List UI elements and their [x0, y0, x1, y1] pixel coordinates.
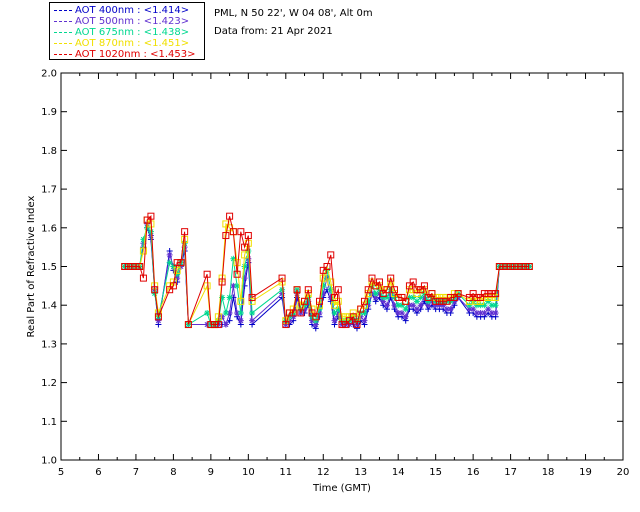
axis-ticks: 5 6 7 8 9 10 11 12 13 14 15 16 17 18 19 20 1.0 1.1 1.2 1.3 1… [41, 69, 629, 479]
data-point [249, 309, 256, 316]
x-tick-label: 20 [617, 467, 630, 478]
legend-line-icon [54, 9, 72, 11]
x-tick-label: 12 [317, 467, 330, 478]
y-tick-label: 1.2 [41, 378, 57, 389]
plot-frame [60, 72, 624, 461]
x-tick-label: 19 [579, 467, 592, 478]
legend-label: AOT 400nm : <1.414> [75, 5, 190, 16]
x-tick-label: 9 [208, 467, 214, 478]
legend-line-icon [54, 20, 72, 22]
x-axis-label: Time (GMT) [312, 483, 371, 494]
legend-label: AOT 500nm : <1.423> [75, 16, 190, 27]
y-tick-label: 1.8 [41, 146, 57, 157]
x-tick-label: 8 [170, 467, 176, 478]
data-point [492, 309, 499, 316]
x-tick-label: 14 [392, 467, 405, 478]
data-point [383, 302, 390, 309]
legend-entry: AOT 870nm : <1.451> [54, 38, 189, 49]
x-tick-label: 7 [133, 467, 139, 478]
data-point [249, 317, 256, 324]
data-point [279, 286, 286, 293]
y-tick-label: 1.9 [41, 107, 57, 118]
data-point [237, 317, 244, 324]
data-point [331, 317, 338, 324]
data-point [226, 294, 233, 301]
y-tick-label: 2.0 [41, 69, 57, 80]
x-tick-label: 16 [467, 467, 480, 478]
data-point [402, 313, 409, 320]
data-point [361, 309, 368, 316]
legend: AOT 400nm : <1.414> AOT 500nm : <1.423> … [49, 2, 205, 60]
x-tick-label: 18 [542, 467, 555, 478]
data-point [222, 321, 229, 328]
plot-area: 5 6 7 8 9 10 11 12 13 14 15 16 17 18 19 20 1.0 1.1 1.2 1.3 1… [26, 69, 629, 495]
x-tick-label: 15 [429, 467, 442, 478]
y-tick-label: 1.5 [41, 262, 57, 273]
x-tick-label: 13 [354, 467, 367, 478]
data-point [166, 251, 173, 258]
legend-line-icon [54, 42, 72, 44]
legend-label: AOT 870nm : <1.451> [75, 38, 190, 49]
data-point [492, 302, 499, 309]
series-1 [121, 220, 533, 328]
x-tick-label: 6 [95, 467, 101, 478]
y-tick-label: 1.3 [41, 339, 57, 350]
y-tick-label: 1.4 [41, 301, 57, 312]
data-point [361, 317, 368, 324]
data-point [222, 309, 229, 316]
x-tick-label: 17 [504, 467, 517, 478]
data-point [447, 306, 454, 313]
data-point [312, 317, 319, 324]
x-tick-label: 5 [58, 467, 64, 478]
data-point [170, 263, 177, 270]
y-tick-label: 1.1 [41, 417, 57, 428]
y-tick-label: 1.6 [41, 223, 57, 234]
legend-entry: AOT 675nm : <1.438> [54, 27, 189, 38]
legend-entry: AOT 400nm : <1.414> [54, 5, 189, 16]
y-tick-label: 1.7 [41, 185, 57, 196]
data-point [241, 263, 248, 270]
series-group [121, 212, 533, 332]
date-text: Data from: 21 Apr 2021 [214, 26, 333, 37]
legend-entry: AOT 500nm : <1.423> [54, 16, 189, 27]
data-point [237, 309, 244, 316]
legend-line-icon [54, 53, 72, 55]
legend-label: AOT 1020nm : <1.453> [75, 49, 196, 60]
legend-line-icon [54, 31, 72, 33]
data-point [383, 294, 390, 301]
data-point [402, 306, 409, 313]
x-tick-label: 11 [279, 467, 292, 478]
y-axis-label: Real Part of Refractive Index [26, 195, 37, 337]
y-tick-label: 1.0 [41, 456, 57, 467]
legend-entry: AOT 1020nm : <1.453> [54, 49, 195, 60]
legend-label: AOT 675nm : <1.438> [75, 27, 190, 38]
chart: 5 6 7 8 9 10 11 12 13 14 15 16 17 18 19 20 1.0 1.1 1.2 1.3 1… [0, 0, 640, 512]
location-text: PML, N 50 22', W 04 08', Alt 0m [214, 8, 373, 19]
x-tick-label: 10 [242, 467, 255, 478]
